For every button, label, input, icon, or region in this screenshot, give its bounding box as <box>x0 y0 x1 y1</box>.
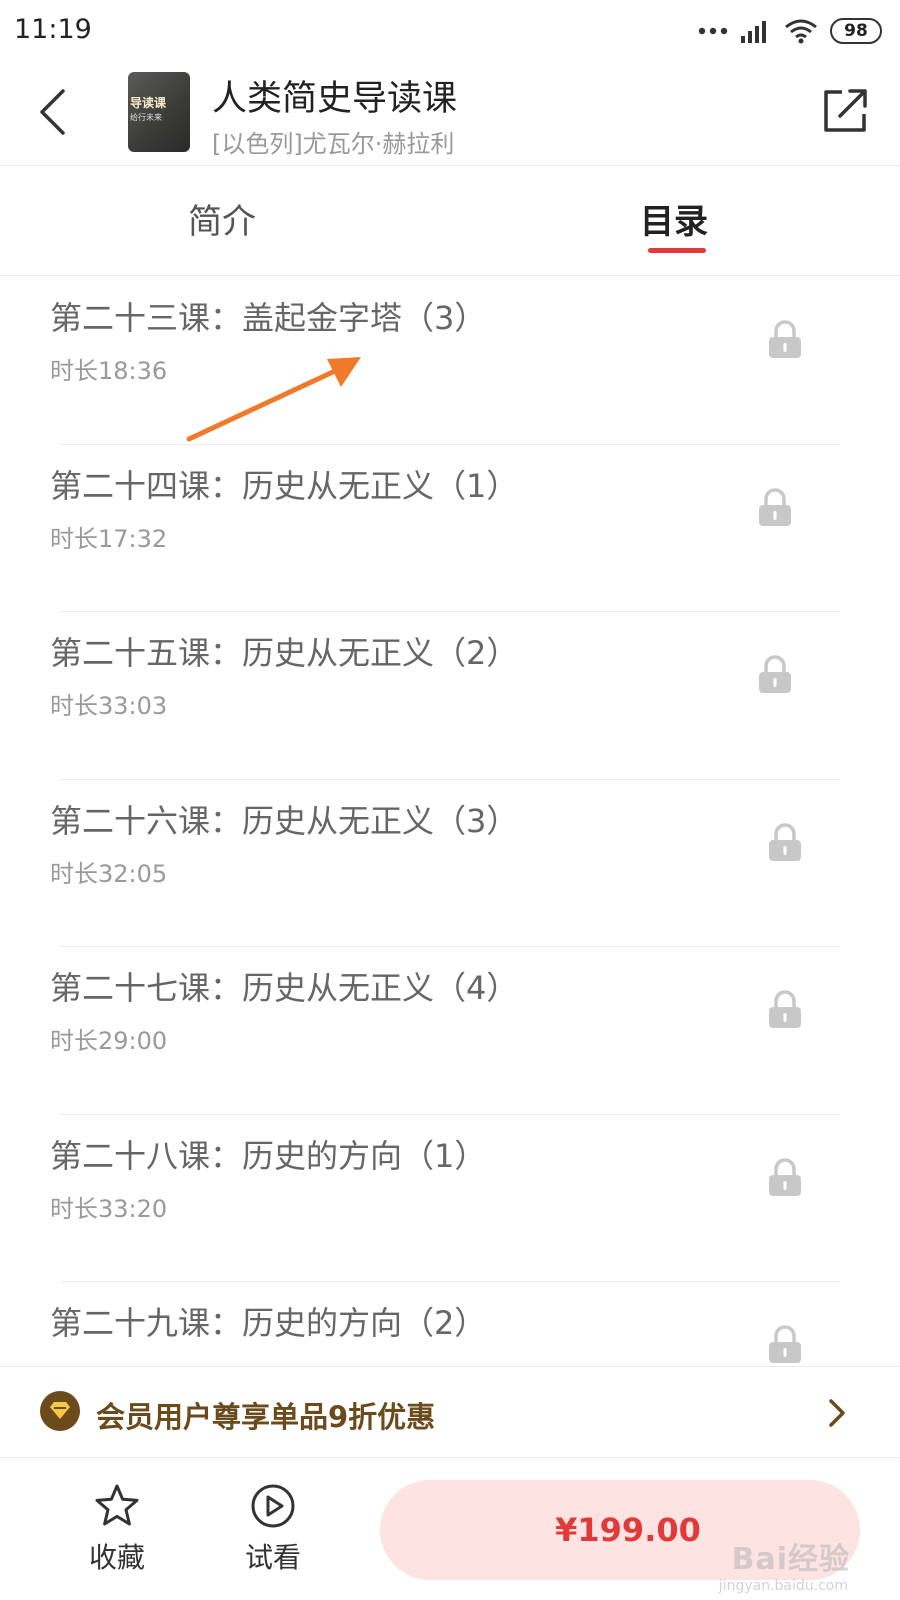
signal-icon <box>741 21 766 43</box>
annotation-arrow-icon <box>186 357 361 442</box>
promo-text: 会员用户尊享单品9折优惠 <box>96 1400 436 1434</box>
status-bar: 11:19 98 <box>0 0 900 60</box>
lock-icon <box>769 1325 801 1363</box>
tab-bar: 简介 目录 <box>0 166 900 276</box>
lock-icon <box>769 1157 801 1196</box>
status-time: 11:19 <box>14 14 92 45</box>
more-dots-icon <box>698 27 728 35</box>
lesson-title: 第二十九课：历史的方向（2） <box>50 1304 487 1342</box>
battery-icon: 98 <box>830 18 882 44</box>
lock-icon <box>769 320 801 358</box>
lesson-duration: 时长18:36 <box>50 357 168 385</box>
lesson-title: 第二十五课：历史从无正义（2） <box>50 634 519 672</box>
lesson-item[interactable]: 第二十七课：历史从无正义（4） 时长29:00 <box>0 947 900 1115</box>
tab-catalog[interactable]: 目录 <box>640 194 708 243</box>
active-tab-indicator <box>648 248 706 253</box>
lesson-duration: 时长33:03 <box>50 692 168 720</box>
trial-label: 试看 <box>244 1541 301 1574</box>
lock-icon <box>759 487 791 526</box>
lesson-title: 第二十四课：历史从无正义（1） <box>50 466 519 505</box>
lesson-title: 第二十七课：历史从无正义（4） <box>50 969 519 1007</box>
bottom-action-bar: 收藏 试看 ¥199.00 Bai经验 jingyan.baidu.com <box>0 1460 900 1600</box>
course-cover[interactable]: 导读课 给行未来 <box>128 72 190 152</box>
star-icon <box>95 1484 139 1526</box>
back-button[interactable] <box>30 84 74 140</box>
vip-promo-bar[interactable]: 会员用户尊享单品9折优惠 <box>0 1366 900 1458</box>
course-author: [以色列]尤瓦尔·赫拉利 <box>212 130 455 158</box>
cover-text: 导读课 <box>130 96 167 110</box>
lesson-title: 第二十八课：历史的方向（1） <box>50 1136 487 1175</box>
lesson-item[interactable]: 第二十九课：历史的方向（2） <box>0 1282 900 1367</box>
cover-subtext: 给行未来 <box>130 113 162 122</box>
price: ¥199.00 <box>555 1511 701 1549</box>
lesson-item[interactable]: 第二十八课：历史的方向（1） 时长33:20 <box>0 1115 900 1282</box>
lesson-duration: 时长17:32 <box>50 524 168 553</box>
lesson-duration: 时长29:00 <box>50 1027 168 1055</box>
course-header: 导读课 给行未来 人类简史导读课 [以色列]尤瓦尔·赫拉利 <box>0 62 900 166</box>
watermark-logo: Bai经验 <box>731 1542 850 1577</box>
lesson-duration: 时长32:05 <box>50 859 168 888</box>
lesson-item[interactable]: 第二十六课：历史从无正义（3） 时长32:05 <box>0 780 900 947</box>
lesson-item[interactable]: 第二十四课：历史从无正义（1） 时长17:32 <box>0 445 900 612</box>
vip-diamond-icon <box>40 1391 80 1431</box>
share-button[interactable] <box>818 84 872 138</box>
wifi-icon <box>785 19 817 44</box>
lock-icon <box>759 655 791 693</box>
lesson-item[interactable]: 第二十三课：盖起金字塔（3） 时长18:36 <box>0 277 900 445</box>
chevron-right-icon <box>829 1399 845 1427</box>
tab-intro[interactable]: 简介 <box>188 194 256 243</box>
favorite-label: 收藏 <box>88 1541 145 1574</box>
favorite-button[interactable]: 收藏 <box>72 1482 162 1582</box>
watermark-url: jingyan.baidu.com <box>718 1578 848 1594</box>
trial-button[interactable]: 试看 <box>228 1482 318 1582</box>
lock-icon <box>769 822 801 861</box>
lesson-title: 第二十三课：盖起金字塔（3） <box>50 299 487 337</box>
lesson-title: 第二十六课：历史从无正义（3） <box>50 801 519 840</box>
play-circle-icon <box>251 1484 295 1528</box>
lesson-item[interactable]: 第二十五课：历史从无正义（2） 时长33:03 <box>0 612 900 780</box>
course-title: 人类简史导读课 <box>212 79 458 119</box>
lesson-duration: 时长33:20 <box>50 1194 168 1223</box>
back-icon <box>40 89 65 135</box>
lesson-list[interactable]: 第二十三课：盖起金字塔（3） 时长18:36 第二十四课：历史从无正义（1） 时… <box>0 277 900 1367</box>
lock-icon <box>769 990 801 1028</box>
share-icon <box>824 89 867 132</box>
status-icons: 98 <box>698 16 882 46</box>
